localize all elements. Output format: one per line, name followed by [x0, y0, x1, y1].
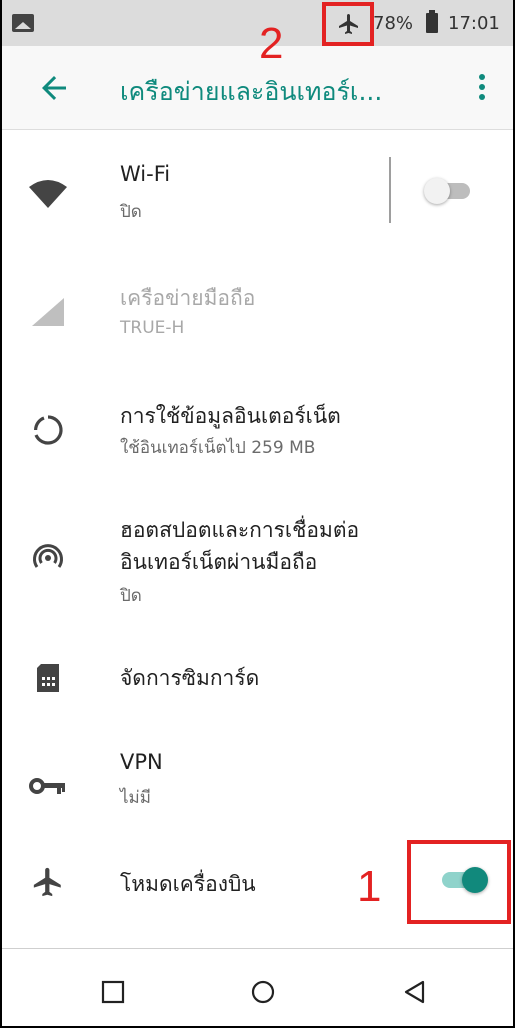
- screenshot-frame: [0, 0, 515, 1028]
